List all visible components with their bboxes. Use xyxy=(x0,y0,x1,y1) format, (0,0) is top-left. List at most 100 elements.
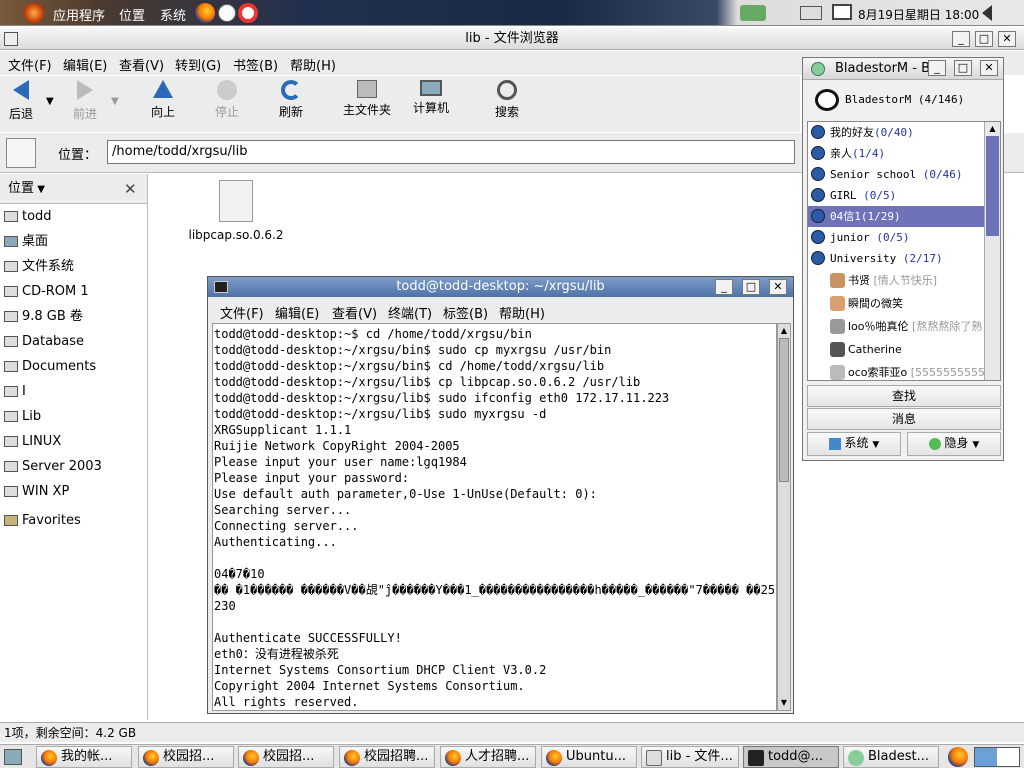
taskbar-item[interactable]: 校园招... xyxy=(238,746,334,768)
im-window[interactable]: BladestorM - B _ □ ✕ BladestorM (4/146) … xyxy=(802,57,1004,461)
terminal-output[interactable]: todd@todd-desktop:~$ cd /home/todd/xrgsu… xyxy=(212,323,777,711)
system-menu-button[interactable]: 系统 ▼ xyxy=(807,432,901,456)
sidebar-item-desktop[interactable]: 桌面 xyxy=(0,229,147,254)
group-item-selected[interactable]: 04信1(1/29) xyxy=(808,206,1000,227)
mail-launcher-icon[interactable] xyxy=(218,4,236,22)
workspace-switcher[interactable] xyxy=(974,747,1020,767)
file-browser-titlebar[interactable]: lib - 文件浏览器 _ □ ✕ xyxy=(0,28,1024,50)
contact-list-scrollbar[interactable]: ▲ xyxy=(984,122,1000,380)
scrollbar-thumb[interactable] xyxy=(986,136,999,236)
menu-help[interactable]: 帮助(H) xyxy=(290,55,336,74)
taskbar-item[interactable]: 校园招聘... xyxy=(339,746,435,768)
menu-view[interactable]: 查看(V) xyxy=(119,55,164,74)
contact-item[interactable]: Catherine xyxy=(808,338,1000,361)
home-button[interactable]: 主文件夹 xyxy=(340,80,394,118)
menu-bookmarks[interactable]: 书签(B) xyxy=(233,55,278,74)
taskbar-item-active[interactable]: todd@... xyxy=(743,746,839,768)
sidebar-item-todd[interactable]: todd xyxy=(0,204,147,229)
applications-menu[interactable]: 应用程序 xyxy=(53,5,105,24)
sidebar-item-filesystem[interactable]: 文件系统 xyxy=(0,254,147,279)
im-titlebar[interactable]: BladestorM - B _ □ ✕ xyxy=(803,58,1003,80)
group-item[interactable]: junior (0/5) xyxy=(808,227,1000,248)
terminal-icon[interactable] xyxy=(214,281,228,293)
contact-item[interactable]: oco索菲亚o [5555555555 xyxy=(808,361,1000,380)
scrollbar-thumb[interactable] xyxy=(779,338,789,482)
contact-list[interactable]: 我的好友(0/40) 亲人(1/4) Senior school (0/46) … xyxy=(807,121,1001,381)
tray-icon-network[interactable] xyxy=(740,5,766,21)
group-item[interactable]: 亲人(1/4) xyxy=(808,143,1000,164)
terminal-minimize-button[interactable]: _ xyxy=(715,279,733,295)
terminal-window[interactable]: todd@todd-desktop: ~/xrgsu/lib _ □ ✕ 文件(… xyxy=(207,276,794,714)
stop-button[interactable]: 停止 xyxy=(212,80,242,120)
clock[interactable]: 8月19日星期日 18:00 xyxy=(858,6,979,23)
terminal-maximize-button[interactable]: □ xyxy=(742,279,760,295)
menu-edit[interactable]: 编辑(E) xyxy=(63,55,107,74)
refresh-button[interactable]: 刷新 xyxy=(276,80,306,120)
maximize-button[interactable]: □ xyxy=(975,31,993,47)
taskbar-item[interactable]: 校园招... xyxy=(138,746,234,768)
sidebar-item-server2003[interactable]: Server 2003 xyxy=(0,454,147,479)
taskbar-item[interactable]: Bladest... xyxy=(843,746,939,768)
terminal-scrollbar[interactable]: ▲ ▼ xyxy=(777,323,791,711)
taskbar-item[interactable]: Ubuntu... xyxy=(541,746,637,768)
volume-icon[interactable] xyxy=(982,5,992,21)
sidebar-item-database[interactable]: Database xyxy=(0,329,147,354)
sidebar-item-i[interactable]: I xyxy=(0,379,147,404)
menu-go[interactable]: 转到(G) xyxy=(175,55,221,74)
terminal-menu-edit[interactable]: 编辑(E) xyxy=(275,303,319,322)
taskbar-item[interactable]: 人才招聘... xyxy=(440,746,536,768)
group-item[interactable]: 我的好友(0/40) xyxy=(808,122,1000,143)
workspace-firefox-icon[interactable] xyxy=(948,747,968,767)
status-menu-button[interactable]: 隐身 ▼ xyxy=(907,432,1001,456)
minimize-button[interactable]: _ xyxy=(952,31,970,47)
forward-button[interactable]: 前进 xyxy=(70,80,100,122)
terminal-menu-help[interactable]: 帮助(H) xyxy=(499,303,545,322)
tray-icon-monitor[interactable] xyxy=(832,4,852,20)
file-item[interactable]: libpcap.so.0.6.2 xyxy=(184,180,288,242)
back-history-chevron-icon[interactable]: ▼ xyxy=(46,96,54,107)
firefox-launcher-icon[interactable] xyxy=(195,3,215,23)
terminal-titlebar[interactable]: todd@todd-desktop: ~/xrgsu/lib _ □ ✕ xyxy=(208,277,793,297)
scroll-down-arrow-icon[interactable]: ▼ xyxy=(778,696,790,710)
sidebar-item-favorites[interactable]: Favorites xyxy=(0,508,147,533)
panda-avatar-icon[interactable] xyxy=(815,89,839,111)
terminal-menu-view[interactable]: 查看(V) xyxy=(332,303,377,322)
im-close-button[interactable]: ✕ xyxy=(980,60,998,76)
terminal-menu-file[interactable]: 文件(F) xyxy=(220,303,264,322)
sidebar-item-volume[interactable]: 9.8 GB 卷 xyxy=(0,304,147,329)
ubuntu-logo-icon[interactable] xyxy=(24,3,44,23)
tray-icon-keyboard[interactable] xyxy=(800,6,822,20)
show-desktop-icon[interactable] xyxy=(4,749,22,765)
computer-button[interactable]: 计算机 xyxy=(410,80,452,116)
location-input[interactable]: /home/todd/xrgsu/lib xyxy=(107,140,795,164)
forward-history-chevron-icon[interactable]: ▼ xyxy=(111,96,119,107)
window-menu-icon[interactable] xyxy=(4,32,18,46)
contact-item[interactable]: 书贤 [情人节快乐] xyxy=(808,269,1000,292)
up-button[interactable]: 向上 xyxy=(148,80,178,120)
terminal-close-button[interactable]: ✕ xyxy=(769,279,787,295)
group-item[interactable]: GIRL (0/5) xyxy=(808,185,1000,206)
terminal-menu-tabs[interactable]: 标签(B) xyxy=(443,303,488,322)
search-button[interactable]: 搜索 xyxy=(492,80,522,120)
group-item[interactable]: Senior school (0/46) xyxy=(808,164,1000,185)
sidebar-item-linux[interactable]: LINUX xyxy=(0,429,147,454)
sidebar-item-lib[interactable]: Lib xyxy=(0,404,147,429)
contact-item[interactable]: 瞬間の微笑 xyxy=(808,292,1000,315)
help-launcher-icon[interactable] xyxy=(238,3,258,23)
close-pane-icon[interactable]: ✕ xyxy=(124,174,137,204)
side-pane-header[interactable]: 位置 ▼ ✕ xyxy=(0,174,147,204)
group-item-expanded[interactable]: University (2/17) xyxy=(808,248,1000,269)
message-button[interactable]: 消息 xyxy=(807,408,1001,430)
im-minimize-button[interactable]: _ xyxy=(928,60,946,76)
edit-location-icon[interactable] xyxy=(6,138,36,168)
places-menu[interactable]: 位置 xyxy=(119,5,145,24)
find-button[interactable]: 查找 xyxy=(807,385,1001,407)
sidebar-item-documents[interactable]: Documents xyxy=(0,354,147,379)
taskbar-item[interactable]: 我的帐... xyxy=(36,746,132,768)
back-button[interactable]: 后退 xyxy=(6,80,36,122)
close-button[interactable]: ✕ xyxy=(998,31,1016,47)
system-menu[interactable]: 系统 xyxy=(160,5,186,24)
taskbar-item[interactable]: lib - 文件... xyxy=(641,746,739,768)
scroll-up-arrow-icon[interactable]: ▲ xyxy=(985,122,1000,136)
menu-file[interactable]: 文件(F) xyxy=(8,55,52,74)
